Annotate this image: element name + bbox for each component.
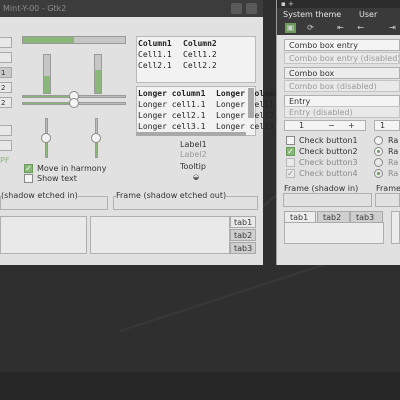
left-button-3[interactable]: 2 bbox=[0, 82, 12, 93]
radio-button-2[interactable] bbox=[374, 147, 383, 156]
table-cell[interactable]: Longer cell2.1 bbox=[138, 111, 205, 120]
move-in-harmony-checkbox[interactable]: ✓ bbox=[24, 164, 33, 173]
left-button-2[interactable] bbox=[0, 52, 12, 63]
frame bbox=[375, 193, 400, 207]
tab-3[interactable]: tab3 bbox=[350, 211, 383, 223]
left-button-1[interactable] bbox=[0, 37, 12, 48]
show-text-label: Show text bbox=[37, 174, 77, 183]
tab-2[interactable]: tab2 bbox=[317, 211, 350, 223]
show-text-checkbox[interactable] bbox=[24, 174, 33, 183]
left-button-5[interactable] bbox=[0, 125, 12, 136]
window-titlebar[interactable]: Mint-Y-00 - Gtk2 bbox=[0, 0, 263, 17]
scale-knob[interactable] bbox=[41, 133, 51, 143]
spin-minus-button[interactable]: − bbox=[328, 121, 335, 130]
tab-1[interactable]: tab1 bbox=[230, 216, 256, 228]
table-cell[interactable]: Cell2.1 bbox=[138, 61, 172, 70]
left-button-6[interactable] bbox=[0, 140, 12, 151]
spin-plus-button[interactable]: + bbox=[348, 121, 355, 130]
label-1: Label1 bbox=[180, 140, 207, 149]
table-cell[interactable]: Longer cell3.2 bbox=[216, 122, 283, 131]
table-cell[interactable]: Cell2.2 bbox=[183, 61, 217, 70]
frame-label: Frame (shadow etched out) bbox=[116, 191, 227, 200]
vertical-progressbar-2 bbox=[94, 54, 102, 94]
label-2-disabled: Label2 bbox=[180, 150, 207, 159]
horizontal-progressbar bbox=[22, 36, 126, 44]
radio-label: Ra bbox=[388, 158, 399, 167]
check-button-2[interactable]: ✓ bbox=[286, 147, 295, 156]
gtk2-demo-window: Mint-Y-00 - Gtk2 1 2 2 PF ✓ Move in harm… bbox=[0, 0, 283, 265]
cut-label: PF bbox=[0, 156, 10, 165]
scale-fill bbox=[23, 96, 74, 97]
menu-system-theme[interactable]: System theme bbox=[283, 8, 341, 21]
radio-button-4-disabled bbox=[374, 169, 383, 178]
left-toggle-1[interactable]: 1 bbox=[0, 67, 12, 78]
go-first-icon[interactable]: ⇤ bbox=[335, 23, 346, 33]
scale-fill bbox=[23, 103, 74, 104]
save-icon[interactable]: ▣ bbox=[285, 23, 296, 33]
tab-1[interactable]: tab1 bbox=[284, 211, 316, 223]
combo-box-entry-disabled: Combo box entry (disabled) bbox=[284, 52, 400, 64]
combo-box-entry[interactable]: Combo box entry bbox=[284, 39, 400, 51]
spin-value: 1 bbox=[299, 121, 305, 130]
radio-label: Ra bbox=[388, 136, 399, 145]
tooltip-label[interactable]: Tooltip bbox=[180, 162, 206, 171]
scale-knob[interactable] bbox=[69, 98, 79, 108]
tab-2[interactable]: tab2 bbox=[230, 229, 256, 241]
window-title: Mint-Y-00 - Gtk2 bbox=[3, 4, 67, 13]
notebook-right-page bbox=[90, 216, 230, 254]
entry-field-disabled: Entry (disabled) bbox=[284, 106, 400, 118]
check-button-label: Check button4 bbox=[299, 169, 358, 178]
check-button-3-disabled bbox=[286, 158, 295, 167]
window-titlebar[interactable]: ▪ + bbox=[277, 0, 400, 8]
check-button-label: Check button3 bbox=[299, 158, 358, 167]
frame-label: Frame bbox=[376, 184, 400, 193]
column-header[interactable]: Column1 bbox=[138, 39, 172, 48]
frame-shadow-in bbox=[283, 193, 372, 207]
tab-3[interactable]: tab3 bbox=[230, 242, 256, 254]
vertical-progressbar-1 bbox=[43, 54, 51, 94]
notebook-cut bbox=[391, 211, 400, 244]
progress-fill bbox=[95, 70, 101, 93]
radio-label: Ra bbox=[388, 147, 399, 156]
check-button-1[interactable] bbox=[286, 136, 295, 145]
check-button-4-disabled: ✓ bbox=[286, 169, 295, 178]
maximize-button[interactable] bbox=[246, 3, 257, 14]
add-icon[interactable]: ▪ + bbox=[281, 0, 294, 8]
vertical-scrollbar[interactable] bbox=[248, 88, 254, 118]
table-cell[interactable]: Cell1.2 bbox=[183, 50, 217, 59]
column-header[interactable]: Column2 bbox=[183, 39, 217, 48]
notebook-left bbox=[0, 216, 87, 254]
frame-label: Frame (shadow in) bbox=[284, 184, 359, 193]
refresh-icon[interactable]: ⟳ bbox=[305, 23, 316, 33]
notebook-page bbox=[284, 222, 384, 244]
frame-label: (shadow etched in) bbox=[1, 191, 78, 200]
forward-icon[interactable]: ⇥ bbox=[387, 23, 398, 33]
progress-fill bbox=[23, 37, 74, 43]
table-cell[interactable]: Longer cell3.1 bbox=[138, 122, 205, 131]
radio-button-1[interactable] bbox=[374, 136, 383, 145]
taskbar bbox=[0, 372, 400, 400]
combo-box-disabled: Combo box (disabled) bbox=[284, 80, 400, 92]
check-button-label: Check button2 bbox=[299, 147, 358, 156]
spin-button-2[interactable] bbox=[374, 120, 400, 131]
table-cell[interactable]: Cell1.1 bbox=[138, 50, 172, 59]
table-cell[interactable]: Longer cell1.1 bbox=[138, 100, 205, 109]
menubar: System theme User theme bbox=[277, 8, 400, 32]
horizontal-scrollbar[interactable] bbox=[136, 132, 246, 136]
radio-button-3-disabled bbox=[374, 158, 383, 167]
minimize-button[interactable] bbox=[231, 3, 242, 14]
column-header[interactable]: Longer column1 bbox=[138, 89, 205, 98]
combo-box[interactable]: Combo box bbox=[284, 67, 400, 79]
move-in-harmony-label: Move in harmony bbox=[37, 164, 107, 173]
spinner-icon: ◒ bbox=[193, 173, 200, 181]
spin-value: 1 bbox=[380, 121, 386, 130]
left-toggle-2[interactable]: 2 bbox=[0, 97, 12, 108]
check-button-label: Check button1 bbox=[299, 136, 358, 145]
progress-fill bbox=[44, 75, 50, 93]
back-icon[interactable]: ← bbox=[355, 23, 366, 33]
scale-knob[interactable] bbox=[91, 133, 101, 143]
radio-label: Ra bbox=[388, 169, 399, 178]
